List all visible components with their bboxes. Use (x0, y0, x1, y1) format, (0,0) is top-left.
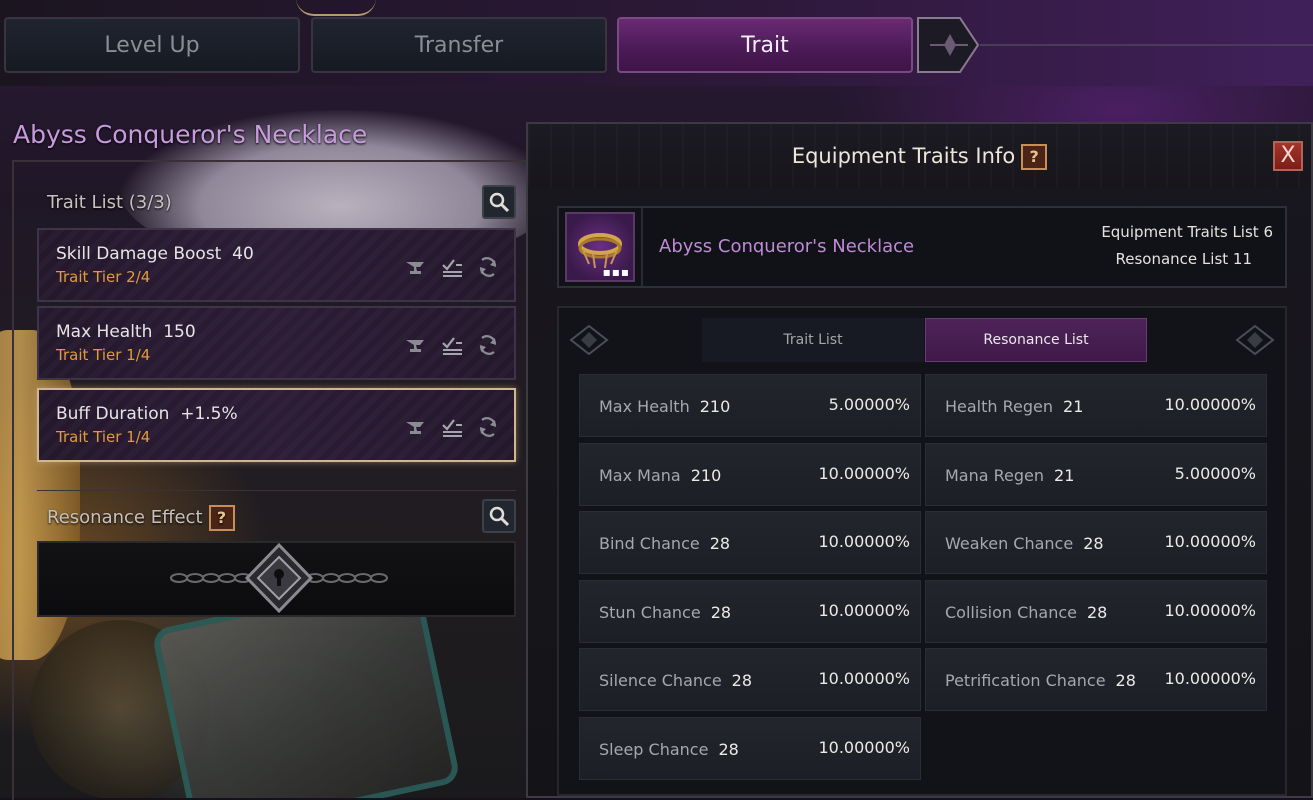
list-item: Health Regen 21 10.00000% (925, 374, 1267, 437)
resonance-effect-box (37, 541, 516, 617)
trait-list-header: Trait List (3/3) (47, 192, 172, 213)
tab-bar-end-arrow-icon (917, 17, 980, 73)
resonance-help-button[interactable]: ? (208, 505, 235, 531)
trait-card-max-health[interactable]: Max Health 150 Trait Tier 1/4 (37, 306, 516, 380)
list-item: Sleep Chance 28 10.00000% (579, 717, 921, 780)
tab-bar-line (980, 44, 1313, 46)
anvil-icon[interactable] (404, 416, 428, 438)
equipment-traits-info-panel: Equipment Traits Info? X ▪▪▪ Abyss Conqu… (526, 122, 1313, 798)
reroll-icon[interactable] (476, 334, 500, 356)
next-arrow-icon[interactable] (1233, 322, 1277, 358)
subtab-resonance-list[interactable]: Resonance List (925, 318, 1147, 362)
resonance-list-count: Resonance List 11 (1115, 250, 1253, 268)
necklace-item-icon[interactable]: ▪▪▪ (565, 212, 635, 282)
tab-transfer[interactable]: Transfer (311, 17, 607, 73)
trait-name: Buff Duration +1.5% (56, 404, 238, 424)
trait-name: Skill Damage Boost 40 (56, 244, 254, 264)
list-item: Silence Chance 28 10.00000% (579, 648, 921, 711)
tab-level-up[interactable]: Level Up (4, 17, 300, 73)
list-item: Mana Regen 21 5.00000% (925, 443, 1267, 506)
traits-info-help-button[interactable]: ? (1021, 144, 1048, 170)
section-divider (37, 490, 516, 491)
list-item: Collision Chance 28 10.00000% (925, 580, 1267, 643)
info-item-name: Abyss Conqueror's Necklace (659, 236, 915, 257)
resonance-magnify-button[interactable] (482, 499, 516, 533)
checklist-icon[interactable] (440, 256, 464, 278)
magnify-icon (489, 192, 510, 213)
locked-chain-icon (170, 542, 388, 614)
trait-name: Max Health 150 (56, 322, 196, 342)
top-tab-bar: Level Up Transfer Trait (0, 0, 1313, 86)
item-info-box: ▪▪▪ Abyss Conqueror's Necklace Equipment… (557, 206, 1287, 288)
item-more-dots-icon: ▪▪▪ (602, 265, 630, 279)
list-item: Petrification Chance 28 10.00000% (925, 648, 1267, 711)
trait-card-buff-duration[interactable]: Buff Duration +1.5% Trait Tier 1/4 (37, 388, 516, 462)
anvil-icon[interactable] (404, 256, 428, 278)
close-button[interactable]: X (1273, 141, 1303, 171)
list-item: Max Health 210 5.00000% (579, 374, 921, 437)
trait-tier: Trait Tier 1/4 (56, 346, 151, 364)
checklist-icon[interactable] (440, 416, 464, 438)
magnify-icon (489, 506, 510, 527)
list-item: Stun Chance 28 10.00000% (579, 580, 921, 643)
list-item: Weaken Chance 28 10.00000% (925, 511, 1267, 574)
trait-list-magnify-button[interactable] (482, 185, 516, 219)
info-separator (641, 208, 643, 286)
panel-title: Equipment Traits Info? (528, 144, 1311, 170)
equipment-traits-list-count: Equipment Traits List 6 (1101, 223, 1273, 241)
list-item: Max Mana 210 10.00000% (579, 443, 921, 506)
list-item: Bind Chance 28 10.00000% (579, 511, 921, 574)
tab-trait[interactable]: Trait (617, 17, 913, 73)
subtab-trait-list[interactable]: Trait List (702, 318, 924, 362)
resonance-list-box: Trait List Resonance List Max Health 210 … (557, 306, 1287, 796)
checklist-icon[interactable] (440, 334, 464, 356)
top-ornament (296, 0, 376, 16)
trait-tier: Trait Tier 2/4 (56, 268, 151, 286)
reroll-icon[interactable] (476, 416, 500, 438)
trait-tier: Trait Tier 1/4 (56, 428, 151, 446)
item-title: Abyss Conqueror's Necklace (13, 120, 368, 149)
resonance-effect-header: Resonance Effect? (47, 505, 235, 531)
reroll-icon[interactable] (476, 256, 500, 278)
anvil-icon[interactable] (404, 334, 428, 356)
trait-card-skill-damage-boost[interactable]: Skill Damage Boost 40 Trait Tier 2/4 (37, 228, 516, 302)
prev-arrow-icon[interactable] (567, 322, 611, 358)
